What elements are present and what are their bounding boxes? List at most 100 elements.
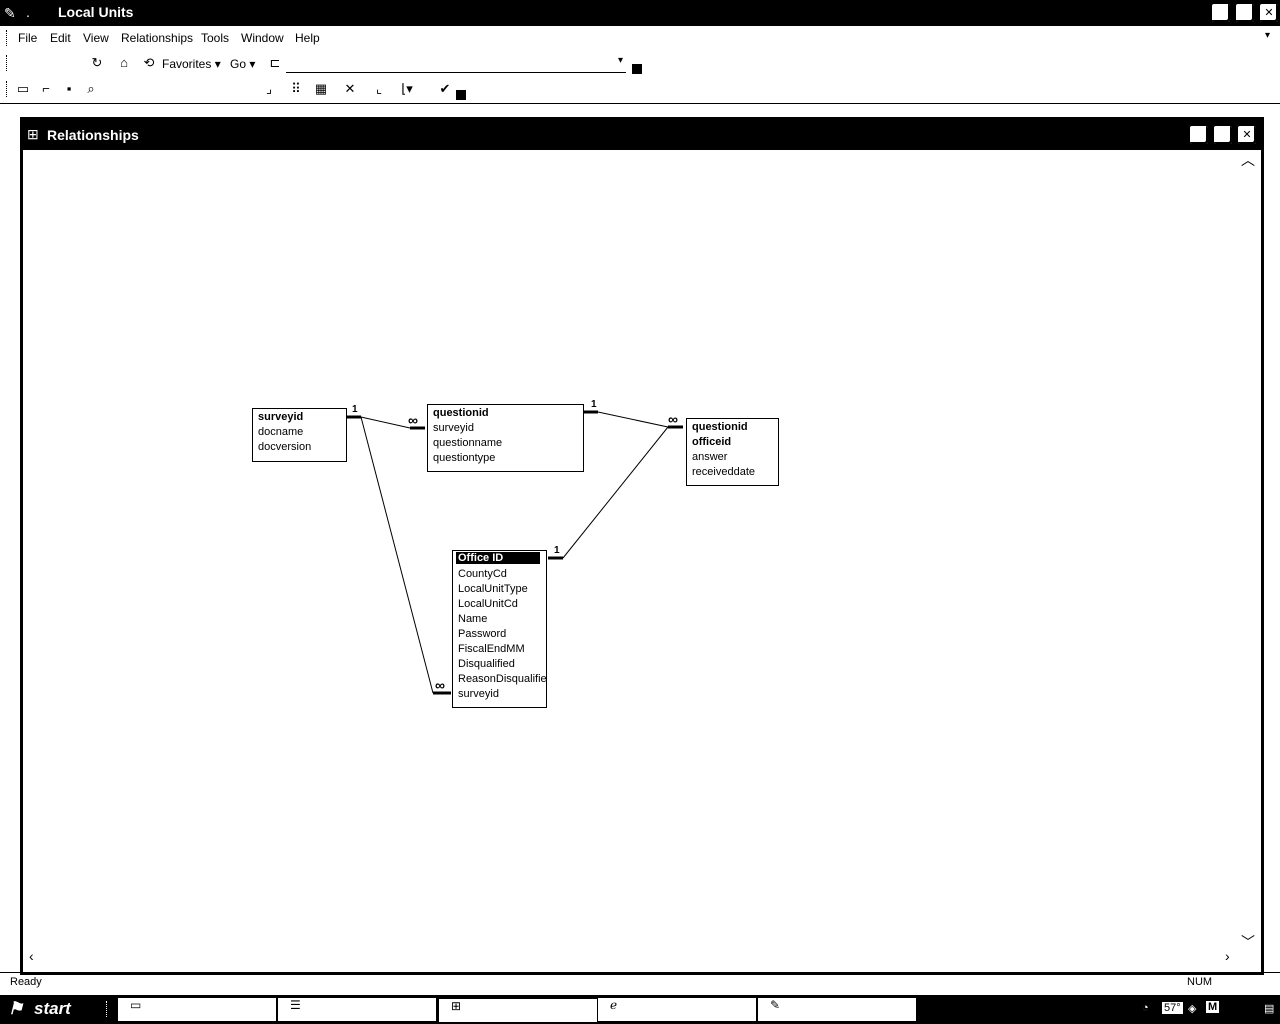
- menu-window[interactable]: Window: [241, 31, 284, 45]
- field-reasondisqualified[interactable]: ReasonDisqualifie: [458, 673, 546, 685]
- field-questionid[interactable]: questionid: [433, 407, 489, 419]
- relationships-canvas[interactable]: surveyid docname docversion questionid s…: [23, 150, 1261, 972]
- toolbar2-options-icon[interactable]: [456, 90, 466, 100]
- field-name[interactable]: Name: [458, 613, 487, 625]
- search-web-icon[interactable]: ⟲: [140, 54, 158, 72]
- database-window-icon[interactable]: ⌞: [370, 80, 388, 98]
- table-surveys[interactable]: surveyid docname docversion: [252, 408, 347, 462]
- home-icon[interactable]: ⌂: [115, 54, 133, 72]
- menu-bar: File Edit View Relationships Tools Windo…: [0, 27, 1280, 49]
- scroll-down-icon[interactable]: ﹀: [1241, 932, 1255, 952]
- field-office-id[interactable]: Office ID: [456, 552, 540, 564]
- relationship-lines: [345, 410, 683, 695]
- field-localunittype[interactable]: LocalUnitType: [458, 583, 528, 595]
- field-questiontype[interactable]: questiontype: [433, 452, 495, 464]
- relationships-window: ⊞ Relationships ✕ surveyid docname docve…: [20, 117, 1264, 975]
- web-toolbar: ↻ ⌂ ⟲ Favorites ▾ Go ▾ ⊏ ▾: [0, 52, 1280, 76]
- rel-many-label: ∞: [435, 677, 445, 693]
- menu-tools[interactable]: Tools: [201, 31, 229, 45]
- address-input[interactable]: [286, 56, 626, 73]
- tray-network-icon[interactable]: ◔: [1142, 1002, 1149, 1014]
- title-dot: .: [26, 4, 30, 20]
- status-text: Ready: [10, 976, 42, 988]
- notepad-icon: ☰: [290, 998, 301, 1012]
- maximize-button[interactable]: [1235, 3, 1255, 23]
- child-maximize-button[interactable]: [1213, 125, 1233, 145]
- rel-surveys-offices-line: [360, 416, 434, 694]
- delete-icon[interactable]: ✕: [341, 80, 359, 98]
- taskbar-button[interactable]: ✎: [757, 997, 917, 1022]
- child-minimize-button[interactable]: [1189, 125, 1209, 145]
- tray-app-icon[interactable]: M: [1206, 1001, 1220, 1013]
- scroll-right-icon[interactable]: ›: [1225, 948, 1230, 964]
- scroll-up-icon[interactable]: ︿: [1241, 150, 1255, 170]
- minimize-button[interactable]: [1211, 3, 1231, 23]
- save-icon[interactable]: ▪: [60, 80, 78, 98]
- tray-security-icon[interactable]: ◈: [1188, 1002, 1196, 1015]
- field-surveyid[interactable]: surveyid: [458, 688, 499, 700]
- taskbar-button[interactable]: ▭: [117, 997, 277, 1022]
- favorites-button[interactable]: Favorites ▾: [162, 57, 221, 71]
- field-officeid[interactable]: officeid: [692, 436, 731, 448]
- field-questionid[interactable]: questionid: [692, 421, 748, 433]
- child-close-button[interactable]: ✕: [1237, 125, 1257, 145]
- favorites-label: Favorites: [162, 57, 212, 71]
- rel-one-label: 1: [554, 545, 560, 556]
- help-icon[interactable]: ✔: [436, 80, 454, 98]
- field-surveyid[interactable]: surveyid: [258, 411, 303, 423]
- taskbar-grip: [106, 1001, 109, 1017]
- show-table-icon[interactable]: ⌟: [260, 80, 278, 98]
- app-icon[interactable]: ✎: [4, 4, 22, 22]
- table-offices[interactable]: Office ID CountyCd LocalUnitType LocalUn…: [452, 550, 547, 708]
- menu-view[interactable]: View: [83, 31, 109, 45]
- field-answer[interactable]: answer: [692, 451, 727, 463]
- taskbar: ⚑ start ▭ ☰ ⊞ ℯ ✎ ◔ 57° ◈ M ▤: [0, 995, 1280, 1024]
- field-fiscalendmm[interactable]: FiscalEndMM: [458, 643, 525, 655]
- field-docname[interactable]: docname: [258, 426, 303, 438]
- taskbar-button-active[interactable]: ⊞: [437, 997, 599, 1024]
- start-button[interactable]: ⚑ start: [2, 997, 92, 1022]
- rel-one-label: 1: [352, 404, 358, 415]
- browser-icon: ℯ: [610, 998, 618, 1012]
- relationships-icon[interactable]: ⊞: [27, 126, 39, 143]
- new-object-icon[interactable]: ⌊▾: [398, 80, 416, 98]
- taskbar-button[interactable]: ℯ: [597, 997, 757, 1022]
- go-button[interactable]: Go ▾: [230, 57, 255, 71]
- show-all-icon[interactable]: ▦: [312, 80, 330, 98]
- close-button[interactable]: ✕: [1259, 3, 1279, 23]
- table-questions[interactable]: questionid surveyid questionname questio…: [427, 404, 584, 472]
- scroll-left-icon[interactable]: ‹: [29, 948, 34, 964]
- menu-file[interactable]: File: [18, 31, 37, 45]
- window-title: Local Units: [58, 4, 134, 20]
- show-only-web-toolbar-icon[interactable]: ⊏: [266, 54, 284, 72]
- tray-clock-icon[interactable]: ▤: [1264, 1002, 1274, 1015]
- address-dropdown-icon[interactable]: ▾: [618, 55, 623, 66]
- status-num: NUM: [1187, 976, 1213, 988]
- field-localunitcd[interactable]: LocalUnitCd: [458, 598, 518, 610]
- new-icon[interactable]: ▭: [14, 80, 32, 98]
- open-icon[interactable]: ⌐: [37, 80, 55, 98]
- print-preview-icon[interactable]: ⌕: [82, 80, 100, 98]
- table-answers[interactable]: questionid officeid answer receiveddate: [686, 418, 779, 486]
- field-docversion[interactable]: docversion: [258, 441, 311, 453]
- menu-help[interactable]: Help: [295, 31, 320, 45]
- menu-relationships[interactable]: Relationships: [121, 31, 193, 45]
- system-tray: ◔ 57° ◈ M ▤: [1140, 997, 1280, 1022]
- refresh-icon[interactable]: ↻: [88, 54, 106, 72]
- field-countycd[interactable]: CountyCd: [458, 568, 507, 580]
- field-surveyid[interactable]: surveyid: [433, 422, 474, 434]
- toolbar-options-icon[interactable]: [632, 64, 642, 74]
- tray-temp[interactable]: 57°: [1162, 1002, 1183, 1014]
- field-questionname[interactable]: questionname: [433, 437, 502, 449]
- rel-many-label: ∞: [408, 412, 418, 428]
- start-label: start: [34, 999, 71, 1018]
- show-direct-icon[interactable]: ⠿: [287, 80, 305, 98]
- field-receiveddate[interactable]: receiveddate: [692, 466, 755, 478]
- field-password[interactable]: Password: [458, 628, 506, 640]
- field-disqualified[interactable]: Disqualified: [458, 658, 515, 670]
- menu-edit[interactable]: Edit: [50, 31, 71, 45]
- menu-overflow-icon[interactable]: ▾: [1265, 30, 1270, 41]
- rel-surveys-questions-line: [360, 416, 411, 429]
- toolbar-divider: [0, 103, 1280, 104]
- taskbar-button[interactable]: ☰: [277, 997, 437, 1022]
